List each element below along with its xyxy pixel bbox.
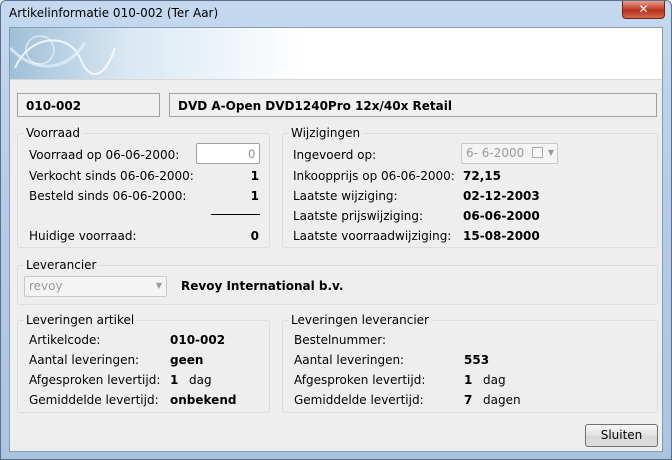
inkoopprijs-label: Inkoopprijs op 06-06-2000: — [293, 169, 455, 183]
artikel-afgesproken-unit: dag — [189, 373, 212, 387]
inkoopprijs-value: 72,15 — [463, 169, 501, 183]
article-name-box: DVD A-Open DVD1240Pro 12x/40x Retail — [169, 93, 657, 117]
window-close-button[interactable]: ✕ — [622, 1, 665, 19]
artikel-gemiddelde-label: Gemiddelde levertijd: — [29, 393, 159, 407]
dialog-window: Artikelinformatie 010-002 (Ter Aar) ✕ 01… — [0, 0, 672, 460]
leverancier-name: Revoy International b.v. — [181, 279, 344, 293]
laatste-prijswijziging-label: Laatste prijswijziging: — [293, 209, 424, 223]
article-name: DVD A-Open DVD1240Pro 12x/40x Retail — [178, 99, 452, 113]
artikel-afgesproken-label: Afgesproken levertijd: — [29, 373, 161, 387]
group-wijzigingen-title: Wijzigingen — [289, 126, 363, 140]
article-code-box: 010-002 — [17, 93, 160, 117]
header-banner — [10, 28, 662, 80]
group-leveringen-leverancier-title: Leveringen leverancier — [289, 313, 431, 327]
close-icon: ✕ — [638, 2, 649, 16]
chevron-down-icon[interactable]: ▼ — [548, 148, 554, 157]
leverancier-combo[interactable]: revoy ▼ — [24, 276, 167, 297]
group-leveringen-artikel: Leveringen artikel Artikelcode: 010-002 … — [17, 313, 270, 413]
laatste-voorraadwijziging-value: 15-08-2000 — [463, 229, 540, 243]
group-voorraad: Voorraad Voorraad op 06-06-2000: Verkoch… — [17, 126, 270, 248]
laatste-voorraadwijziging-label: Laatste voorraadwijziging: — [293, 229, 452, 243]
laatste-wijziging-label: Laatste wijziging: — [293, 189, 398, 203]
laatste-prijswijziging-value: 06-06-2000 — [463, 209, 540, 223]
leverancier-combo-value: revoy — [29, 279, 63, 293]
title-bar[interactable]: Artikelinformatie 010-002 (Ter Aar) ✕ — [1, 1, 671, 27]
huidige-voorraad-value: 0 — [250, 229, 259, 243]
voorraad-op-label: Voorraad op 06-06-2000: — [29, 148, 180, 162]
besteld-value: 1 — [250, 189, 259, 203]
group-wijzigingen: Wijzigingen Ingevoerd op: 6- 6-2000 ▼ In… — [282, 126, 658, 248]
leverancier-afgesproken-value: 1 — [464, 373, 473, 387]
sum-divider — [211, 214, 260, 215]
laatste-wijziging-value: 02-12-2003 — [463, 189, 540, 203]
verkocht-value: 1 — [250, 169, 259, 183]
artikel-aantal-leveringen-label: Aantal leveringen: — [29, 353, 140, 367]
artikelcode-label: Artikelcode: — [29, 333, 101, 347]
leverancier-aantal-leveringen-label: Aantal leveringen: — [294, 353, 405, 367]
calendar-icon[interactable] — [532, 147, 543, 158]
chevron-down-icon[interactable]: ▼ — [156, 281, 162, 290]
leverancier-gemiddelde-unit: dagen — [483, 393, 521, 407]
group-leveringen-leverancier: Leveringen leverancier Bestelnummer: Aan… — [282, 313, 658, 413]
leverancier-gemiddelde-value: 7 — [464, 393, 473, 407]
group-leverancier: Leverancier revoy ▼ Revoy International … — [17, 258, 658, 305]
leverancier-afgesproken-label: Afgesproken levertijd: — [294, 373, 426, 387]
artikel-gemiddelde-value: onbekend — [170, 393, 237, 407]
dialog-client-area: 010-002 DVD A-Open DVD1240Pro 12x/40x Re… — [9, 27, 663, 452]
ingevoerd-date-picker[interactable]: 6- 6-2000 ▼ — [461, 143, 558, 164]
besteld-label: Besteld sinds 06-06-2000: — [29, 189, 187, 203]
verkocht-label: Verkocht sinds 06-06-2000: — [29, 169, 194, 183]
group-leveringen-artikel-title: Leveringen artikel — [24, 313, 137, 327]
bestelnummer-label: Bestelnummer: — [294, 333, 387, 347]
artikelcode-value: 010-002 — [170, 333, 226, 347]
window-title: Artikelinformatie 010-002 (Ter Aar) — [9, 6, 219, 20]
leverancier-afgesproken-unit: dag — [483, 373, 506, 387]
leverancier-gemiddelde-label: Gemiddelde levertijd: — [294, 393, 424, 407]
group-voorraad-title: Voorraad — [24, 126, 82, 140]
banner-swirl-graphic — [10, 35, 116, 75]
ingevoerd-date-value: 6- 6-2000 — [466, 146, 525, 160]
huidige-voorraad-label: Huidige voorraad: — [29, 229, 137, 243]
artikel-aantal-leveringen-value: geen — [170, 353, 204, 367]
voorraad-op-input[interactable] — [196, 143, 260, 164]
leverancier-aantal-leveringen-value: 553 — [464, 353, 490, 367]
article-code: 010-002 — [26, 99, 82, 113]
close-button[interactable]: Sluiten — [585, 424, 658, 447]
artikel-afgesproken-value: 1 — [170, 373, 179, 387]
group-leverancier-title: Leverancier — [24, 258, 99, 272]
ingevoerd-label: Ingevoerd op: — [293, 148, 377, 162]
